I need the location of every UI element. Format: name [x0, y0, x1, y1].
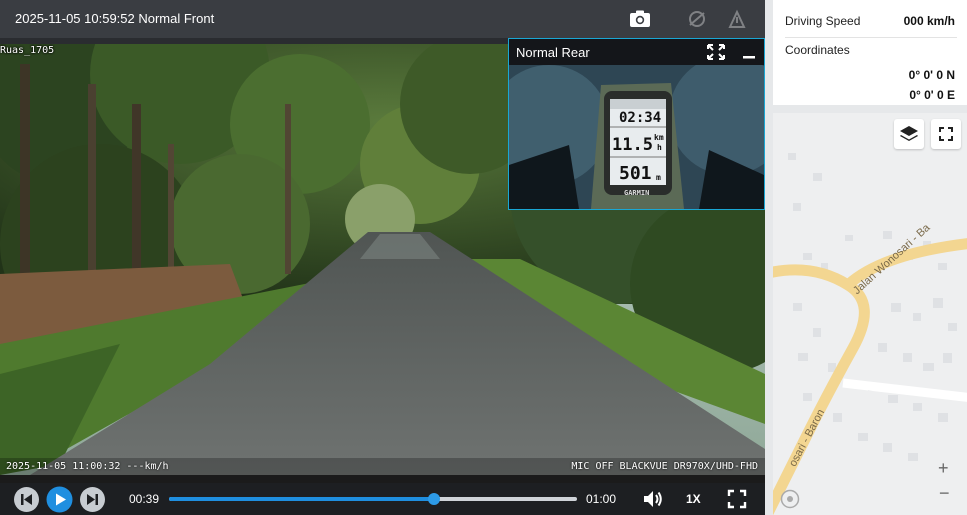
expand-icon[interactable] [707, 44, 725, 60]
compass-icon[interactable] [780, 489, 800, 509]
progress-bar[interactable] [169, 493, 577, 505]
driving-speed-label: Driving Speed [785, 14, 861, 28]
gps-distance-unit: m [656, 173, 661, 182]
video-timestamp-overlay: 2025-11-05 11:00:32 ---km/h [6, 461, 169, 472]
layers-icon [900, 126, 918, 141]
playback-controls: 00:39 01:00 1X [0, 483, 765, 515]
progress-handle[interactable] [428, 493, 441, 505]
current-time: 00:39 [129, 492, 160, 506]
gps-distance: 501 [619, 163, 652, 184]
segment-label: Ruas_1705 [0, 45, 55, 56]
video-player: 2025-11-05 10:59:52 Normal Front Ruas_17… [0, 0, 765, 515]
map-view[interactable]: Jalan Wonosari - Ba osari - Baron + − [773, 113, 967, 515]
player-title-bar: 2025-11-05 10:59:52 Normal Front [0, 0, 765, 38]
coordinates-label: Coordinates [785, 43, 850, 57]
map-layers-button[interactable] [894, 119, 924, 149]
info-divider [785, 37, 957, 38]
rear-camera-pip[interactable]: Normal Rear 02:34 11.5 km h 501 m GARMIN [508, 38, 765, 210]
skip-next-icon[interactable] [79, 486, 106, 513]
g-sensor-icon[interactable] [686, 9, 708, 29]
gps-speed-unit-top: km [654, 133, 664, 142]
progress-fill [169, 497, 435, 501]
minimize-icon[interactable] [741, 44, 757, 60]
total-time: 01:00 [586, 492, 617, 506]
rear-camera-title: Normal Rear [516, 45, 590, 60]
zoom-out-button[interactable]: − [939, 483, 950, 504]
gps-speed: 11.5 [612, 135, 653, 155]
camera-icon[interactable] [629, 9, 651, 29]
device-info-overlay: MIC OFF BLACKVUE DR970X/UHD-FHD [571, 461, 758, 472]
rear-camera-header: Normal Rear [509, 39, 764, 65]
drive-info-panel: Driving Speed 000 km/h Coordinates 0° 0'… [773, 0, 967, 105]
driving-speed-value: 000 km/h [903, 14, 955, 28]
latitude-value: 0° 0' 0 N [908, 68, 955, 82]
gps-time: 02:34 [619, 110, 662, 126]
app-root: 2025-11-05 10:59:52 Normal Front Ruas_17… [0, 0, 967, 515]
front-camera-title: 2025-11-05 10:59:52 Normal Front [15, 11, 215, 26]
play-icon[interactable] [46, 486, 73, 513]
longitude-value: 0° 0' 0 E [909, 88, 955, 102]
gps-brand: GARMIN [624, 189, 650, 197]
gps-speed-unit-bottom: h [657, 143, 662, 152]
rear-camera-video: 02:34 11.5 km h 501 m GARMIN [509, 65, 764, 209]
zoom-in-button[interactable]: + [938, 458, 949, 479]
map-fullscreen-button[interactable] [931, 119, 961, 149]
skip-previous-icon[interactable] [13, 486, 40, 513]
fullscreen-icon [939, 127, 953, 141]
tilt-icon[interactable] [726, 9, 748, 29]
volume-icon[interactable] [642, 489, 664, 509]
fullscreen-icon[interactable] [727, 489, 747, 509]
playback-speed-button[interactable]: 1X [686, 492, 701, 506]
